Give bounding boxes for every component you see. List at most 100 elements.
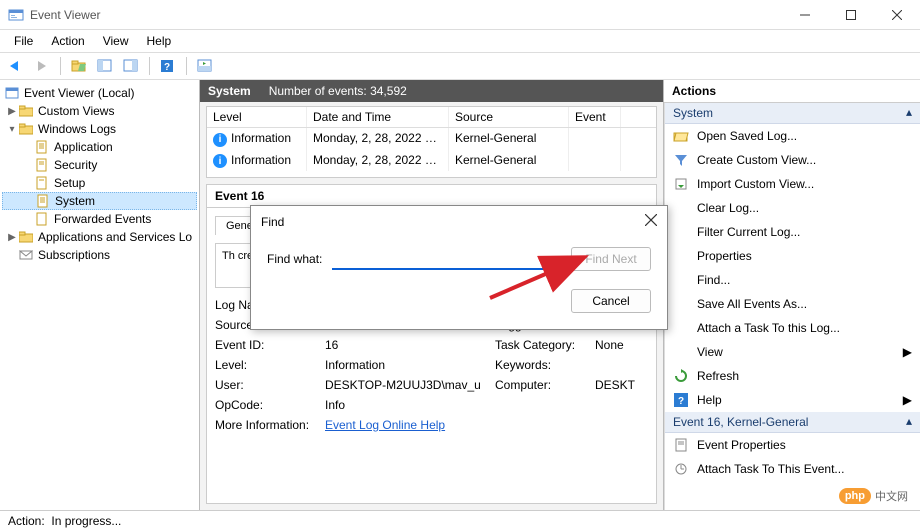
folder-open-icon — [673, 128, 689, 144]
table-row[interactable]: iInformation Monday, 2, 28, 2022 11:2… K… — [207, 150, 656, 172]
tool-help-button[interactable]: ? — [156, 55, 180, 77]
action-filter-log[interactable]: Filter Current Log... — [665, 220, 920, 244]
action-attach-task-event[interactable]: Attach Task To This Event... — [665, 457, 920, 481]
subscriptions-icon — [18, 247, 34, 263]
maximize-button[interactable] — [828, 0, 874, 30]
nav-subscriptions[interactable]: Subscriptions — [2, 246, 197, 264]
nav-setup[interactable]: Setup — [2, 174, 197, 192]
action-properties[interactable]: Properties — [665, 244, 920, 268]
menu-help[interactable]: Help — [139, 32, 180, 50]
actions-section-event[interactable]: Event 16, Kernel-General ▴ — [665, 412, 920, 433]
nav-apps-services[interactable]: ▶ Applications and Services Lo — [2, 228, 197, 246]
event-viewer-icon — [4, 85, 20, 101]
folder-icon — [18, 103, 34, 119]
cell-date: Monday, 2, 28, 2022 11:2… — [307, 150, 449, 172]
task-icon — [673, 461, 689, 477]
import-icon — [673, 176, 689, 192]
tool-pane1-button[interactable] — [93, 55, 117, 77]
refresh-icon — [673, 368, 689, 384]
lbl-computer: Computer: — [495, 378, 595, 392]
php-badge: php — [839, 488, 871, 504]
window-title: Event Viewer — [30, 8, 782, 22]
table-row[interactable]: iInformation Monday, 2, 28, 2022 11:2… K… — [207, 128, 656, 150]
nav-root-label: Event Viewer (Local) — [24, 86, 135, 100]
filter-icon — [673, 152, 689, 168]
close-button[interactable] — [874, 0, 920, 30]
status-value: In progress... — [51, 514, 121, 528]
blank-icon — [673, 272, 689, 288]
menu-action[interactable]: Action — [43, 32, 92, 50]
find-input[interactable] — [332, 248, 561, 270]
nav-forwarded[interactable]: Forwarded Events — [2, 210, 197, 228]
action-help[interactable]: ?Help▶ — [665, 388, 920, 412]
action-find[interactable]: Find... — [665, 268, 920, 292]
col-event[interactable]: Event — [569, 107, 621, 127]
action-save-all-events[interactable]: Save All Events As... — [665, 292, 920, 316]
log-icon — [34, 211, 50, 227]
action-view[interactable]: View▶ — [665, 340, 920, 364]
action-open-saved-log[interactable]: Open Saved Log... — [665, 124, 920, 148]
nav-label: Setup — [54, 176, 85, 190]
action-attach-task-log[interactable]: Attach a Task To this Log... — [665, 316, 920, 340]
toolbar: ? — [0, 52, 920, 80]
cancel-button[interactable]: Cancel — [571, 289, 651, 313]
cell-date: Monday, 2, 28, 2022 11:2… — [307, 128, 449, 150]
nav-tree[interactable]: Event Viewer (Local) ▶ Custom Views ▾ Wi… — [0, 80, 200, 510]
blank-icon — [673, 320, 689, 336]
nav-label: Security — [54, 158, 97, 172]
find-titlebar[interactable]: Find — [251, 206, 667, 237]
event-count: Number of events: 34,592 — [269, 84, 407, 98]
cell-source: Kernel-General — [449, 128, 569, 150]
link-online-help[interactable]: Event Log Online Help — [325, 418, 445, 432]
collapse-icon[interactable]: ▴ — [906, 105, 912, 119]
col-source[interactable]: Source — [449, 107, 569, 127]
nav-label: Forwarded Events — [54, 212, 151, 226]
nav-root[interactable]: Event Viewer (Local) — [2, 84, 197, 102]
minimize-button[interactable] — [782, 0, 828, 30]
close-icon[interactable] — [645, 214, 657, 229]
action-clear-log[interactable]: Clear Log... — [665, 196, 920, 220]
action-event-properties[interactable]: Event Properties — [665, 433, 920, 457]
folder-icon — [18, 121, 34, 137]
col-level[interactable]: Level — [207, 107, 307, 127]
actions-scroll[interactable]: System ▴ Open Saved Log... Create Custom… — [664, 103, 920, 510]
blank-icon — [673, 200, 689, 216]
collapse-icon[interactable]: ▾ — [6, 124, 18, 135]
expand-icon[interactable]: ▶ — [6, 106, 18, 117]
cell-level: iInformation — [207, 150, 307, 172]
action-refresh[interactable]: Refresh — [665, 364, 920, 388]
menu-file[interactable]: File — [6, 32, 41, 50]
expand-icon[interactable]: ▶ — [6, 232, 18, 243]
nav-custom-views[interactable]: ▶ Custom Views — [2, 102, 197, 120]
tool-preview-button[interactable] — [193, 55, 217, 77]
events-grid[interactable]: Level Date and Time Source Event iInform… — [206, 106, 657, 178]
statusbar: Action: In progress... — [0, 510, 920, 530]
nav-security[interactable]: Security — [2, 156, 197, 174]
nav-system[interactable]: System — [2, 192, 197, 210]
action-create-custom-view[interactable]: Create Custom View... — [665, 148, 920, 172]
tool-folder-button[interactable] — [67, 55, 91, 77]
chevron-right-icon: ▶ — [903, 345, 912, 359]
folder-icon — [18, 229, 34, 245]
status-label: Action: — [8, 514, 45, 528]
lbl-moreinfo: More Information: — [215, 418, 325, 432]
back-button[interactable] — [4, 55, 28, 77]
watermark-text: 中文网 — [875, 488, 908, 504]
nav-label: Subscriptions — [38, 248, 110, 262]
action-import-custom-view[interactable]: Import Custom View... — [665, 172, 920, 196]
actions-section-system[interactable]: System ▴ — [665, 103, 920, 124]
forward-button[interactable] — [30, 55, 54, 77]
nav-application[interactable]: Application — [2, 138, 197, 156]
menu-view[interactable]: View — [95, 32, 137, 50]
tool-pane2-button[interactable] — [119, 55, 143, 77]
cell-source: Kernel-General — [449, 150, 569, 172]
lbl-keywords: Keywords: — [495, 358, 595, 372]
cell-event — [569, 150, 621, 172]
lbl-level: Level: — [215, 358, 325, 372]
find-dialog: Find Find what: Find Next Cancel — [250, 205, 668, 330]
collapse-icon[interactable]: ▴ — [906, 414, 912, 428]
col-date[interactable]: Date and Time — [307, 107, 449, 127]
nav-windows-logs[interactable]: ▾ Windows Logs — [2, 120, 197, 138]
lbl-user: User: — [215, 378, 325, 392]
find-next-button[interactable]: Find Next — [571, 247, 651, 271]
